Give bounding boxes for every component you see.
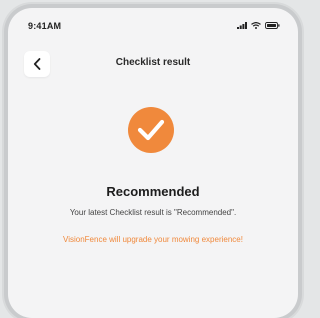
- check-circle-icon: [128, 107, 174, 153]
- wifi-icon: [251, 22, 261, 29]
- result-title: Recommended: [106, 184, 200, 199]
- header: Checklist result: [8, 44, 298, 84]
- page-title: Checklist result: [115, 57, 191, 68]
- screenshot-frame: 9:41AM Checklist result Recommended Your…: [0, 0, 306, 318]
- result-description: Your latest Checklist result is "Recomme…: [69, 208, 237, 217]
- status-time: 9:41AM: [28, 21, 62, 31]
- battery-icon: [265, 22, 280, 29]
- status-icons: [237, 22, 280, 29]
- result-note: VisionFence will upgrade your mowing exp…: [63, 235, 243, 244]
- status-bar: 9:41AM: [8, 8, 298, 46]
- signal-icon: [237, 22, 247, 29]
- phone-screen: 9:41AM Checklist result Recommended Your…: [8, 8, 298, 318]
